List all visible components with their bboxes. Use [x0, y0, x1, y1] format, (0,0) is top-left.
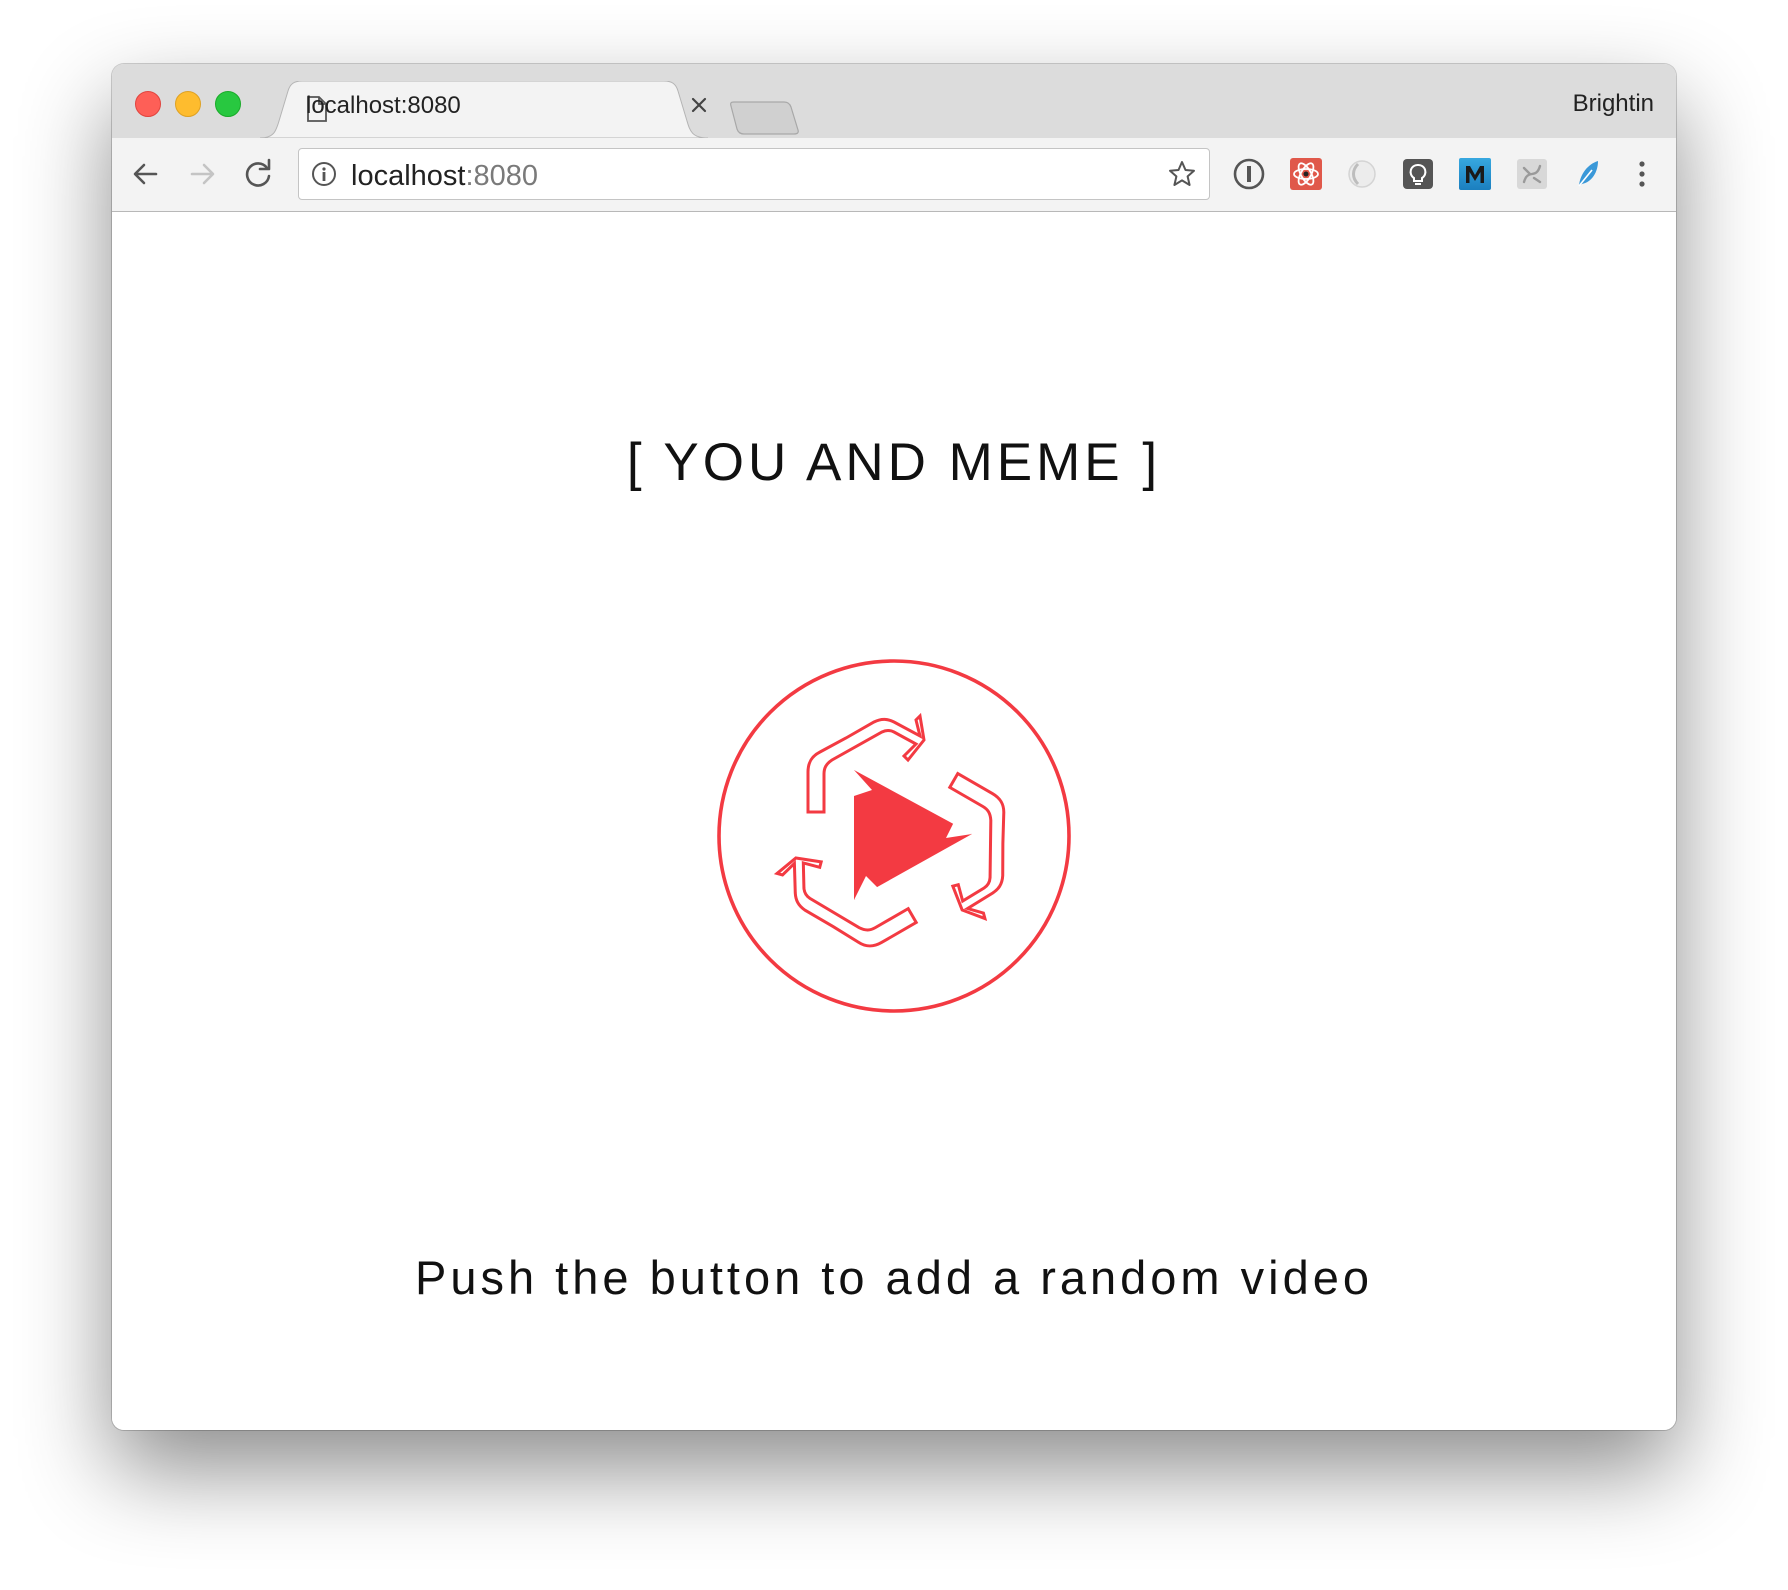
url-port: :8080	[465, 160, 539, 192]
site-info-icon[interactable]	[311, 161, 337, 187]
address-bar-url[interactable]: localhost:8080	[351, 160, 538, 193]
feather-extension-icon[interactable]	[1570, 156, 1606, 192]
react-devtools-icon[interactable]	[1288, 156, 1324, 192]
m-extension-icon[interactable]	[1457, 156, 1493, 192]
browser-toolbar: localhost:8080	[112, 138, 1676, 212]
page-title: [ YOU AND MEME ]	[626, 433, 1162, 492]
more-menu-icon[interactable]	[1624, 156, 1660, 192]
window-minimize-button[interactable]	[175, 91, 201, 117]
ghost-extension-icon[interactable]	[1344, 156, 1380, 192]
puzzle-extension-icon[interactable]	[1514, 156, 1550, 192]
random-video-button[interactable]	[716, 658, 1072, 1014]
forward-arrow-icon[interactable]	[180, 152, 224, 196]
window-maximize-button[interactable]	[215, 91, 241, 117]
back-arrow-icon[interactable]	[124, 152, 168, 196]
url-host: localhost	[351, 160, 466, 192]
new-tab-button[interactable]	[730, 98, 802, 136]
instruction-text: Push the button to add a random video	[414, 1251, 1373, 1304]
page-content: [ YOU AND MEME ] Push the button to add …	[112, 212, 1676, 1430]
browser-window: localhost:8080 Brightin localhost:8080 […	[112, 64, 1676, 1430]
window-close-button[interactable]	[135, 91, 161, 117]
reload-icon[interactable]	[236, 152, 280, 196]
bookmark-star-icon[interactable]	[1167, 159, 1197, 189]
password-manager-icon[interactable]	[1231, 156, 1267, 192]
lightbulb-extension-icon[interactable]	[1400, 156, 1436, 192]
profile-name[interactable]: Brightin	[1573, 90, 1654, 118]
tab-close-icon[interactable]	[686, 92, 712, 118]
tab-title: localhost:8080	[306, 92, 461, 119]
tab-strip: localhost:8080 Brightin	[112, 64, 1676, 138]
address-bar[interactable]: localhost:8080	[298, 148, 1210, 200]
